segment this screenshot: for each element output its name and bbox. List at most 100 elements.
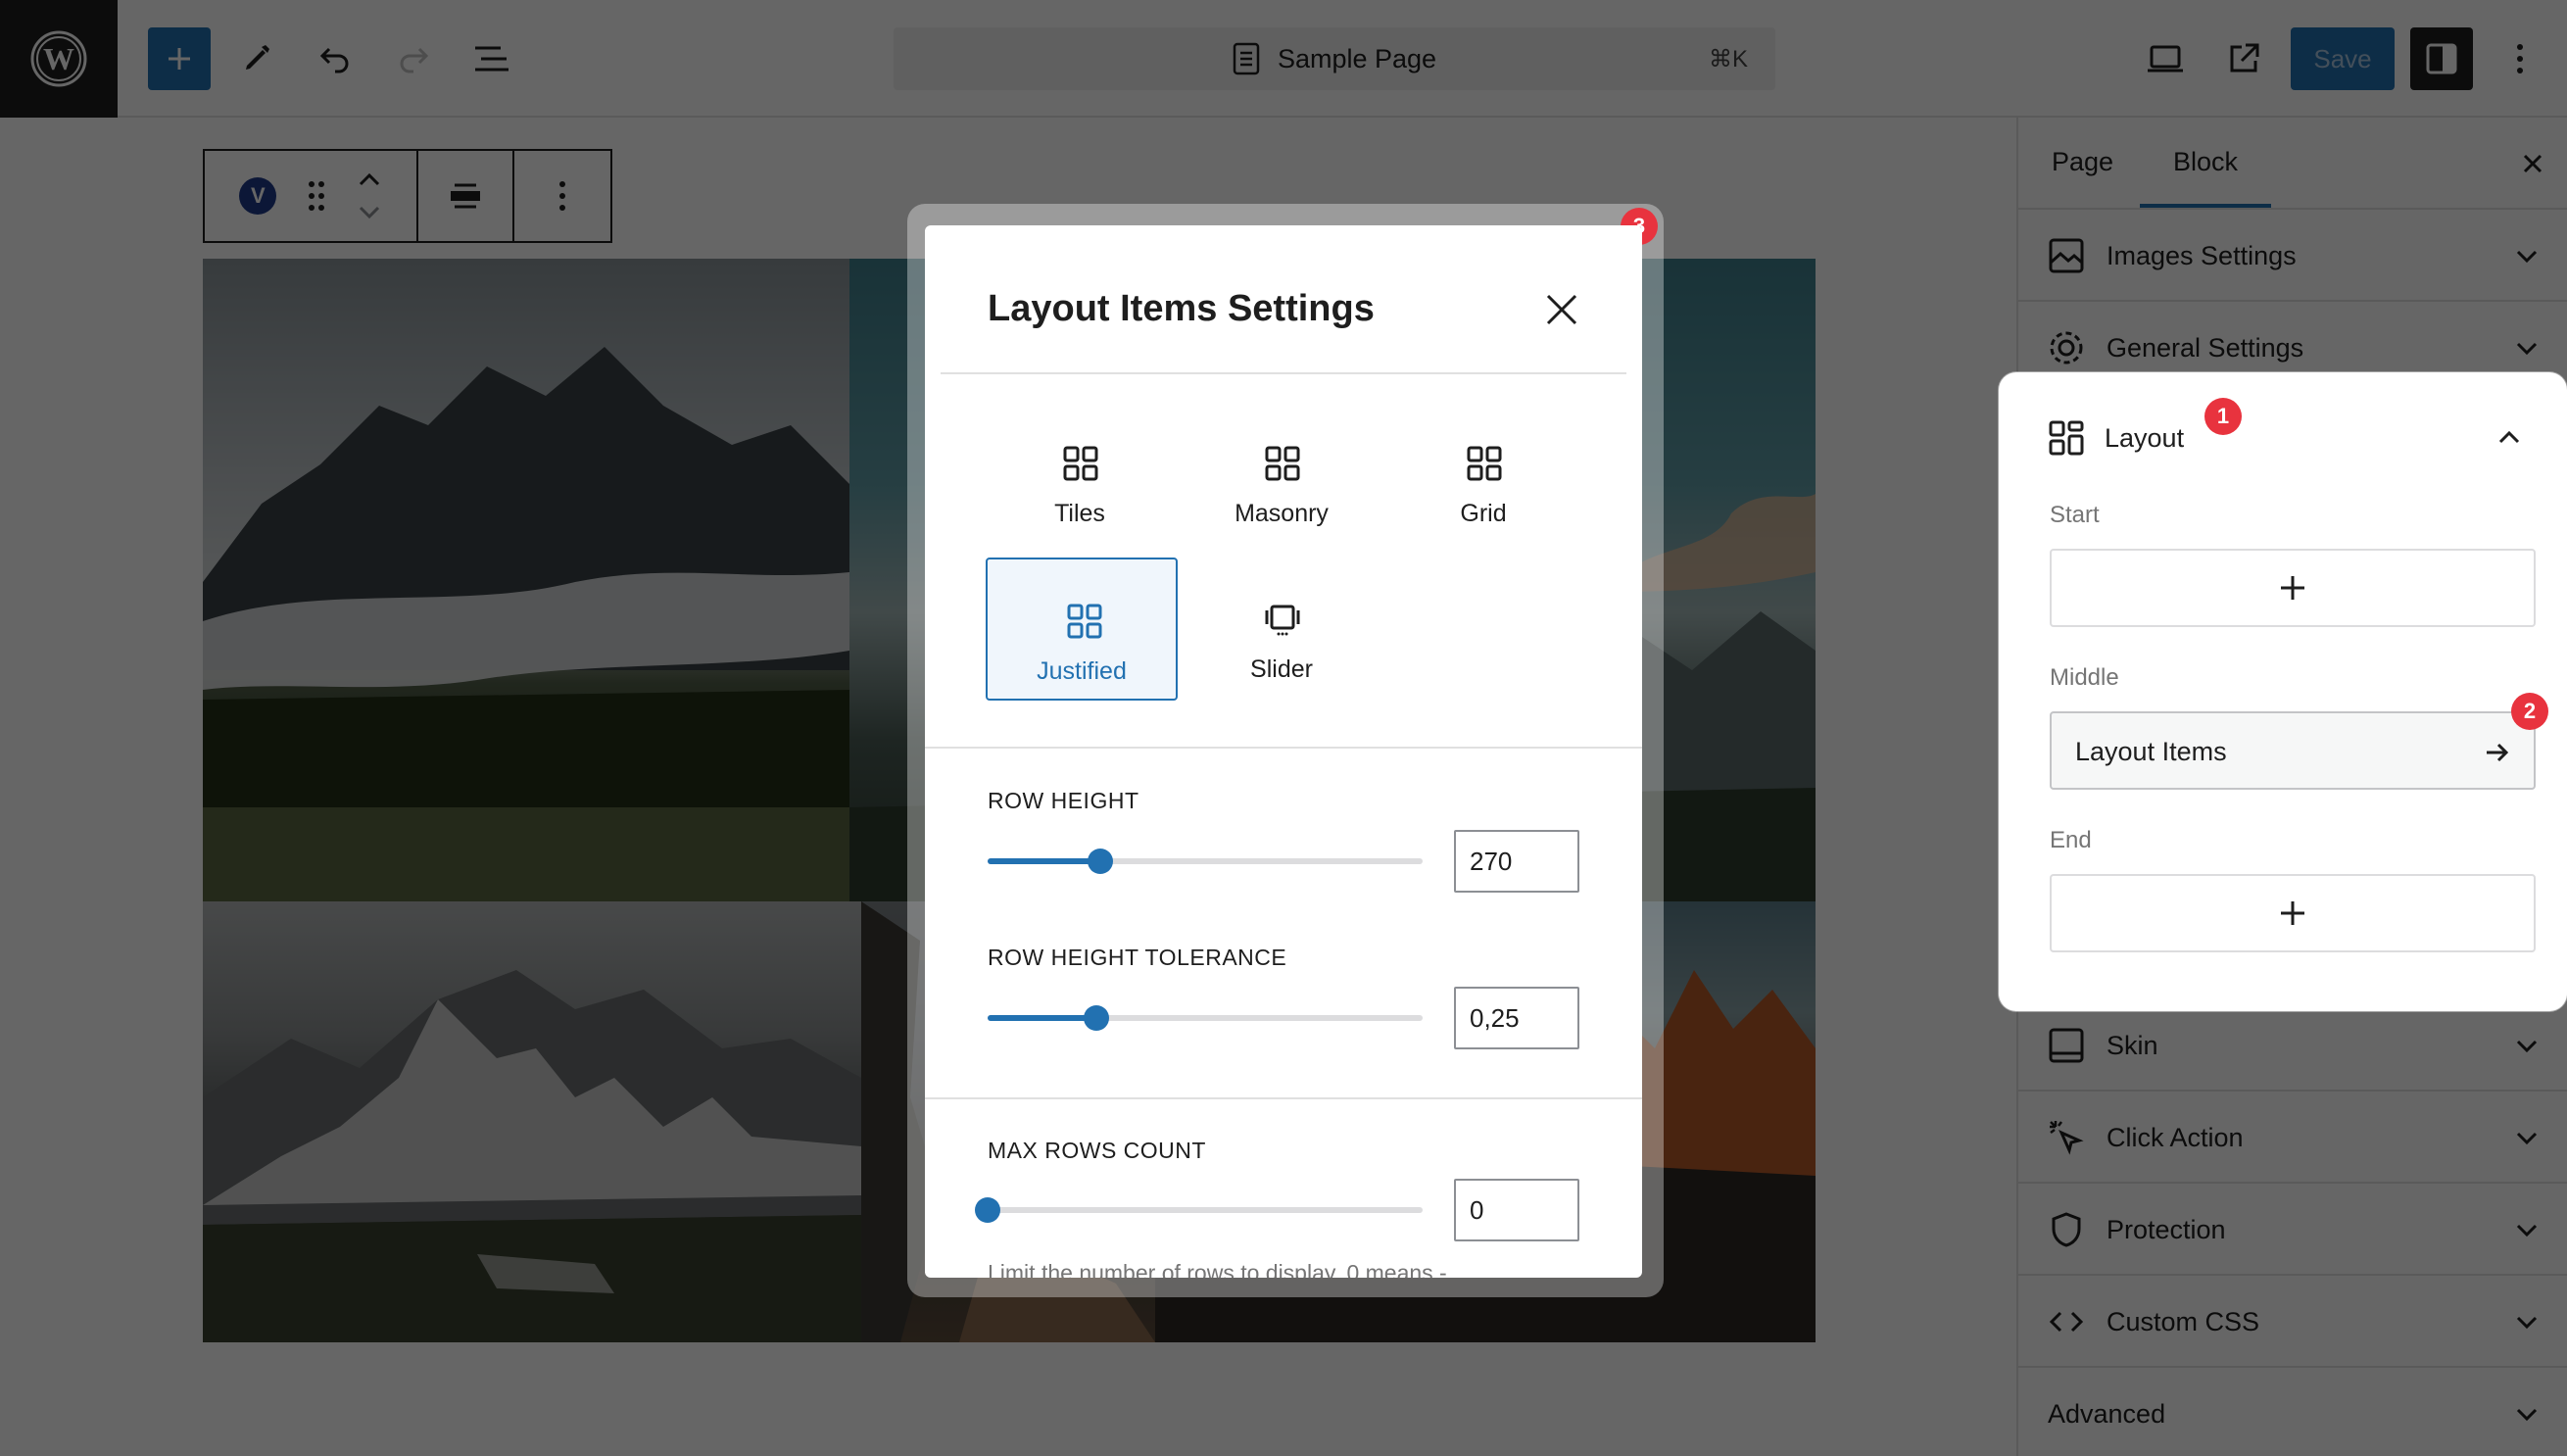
- gallery-image[interactable]: [203, 259, 849, 901]
- section-divider: [925, 1097, 1642, 1099]
- panel-protection[interactable]: Protection: [2018, 1184, 2567, 1276]
- layout-option-tiles[interactable]: Tiles: [984, 402, 1176, 545]
- panel-layout: Layout 1 Start Middle Layout Items 2 End: [1999, 372, 2567, 1011]
- chevron-down-icon: [2516, 1316, 2538, 1330]
- plus-icon: [2281, 576, 2304, 600]
- block-parent-group: V: [205, 151, 418, 241]
- panel-title: Advanced: [2048, 1399, 2166, 1429]
- editor-header: W Sample Page ⌘K Save: [0, 0, 2567, 118]
- panel-title: General Settings: [2107, 333, 2304, 363]
- align-center-icon: [451, 183, 480, 209]
- wordpress-logo-icon[interactable]: W: [0, 0, 118, 118]
- view-page-external-icon[interactable]: [2212, 27, 2275, 90]
- layout-items-settings-modal: Layout Items Settings Tiles Masonry Grid…: [925, 225, 1642, 1278]
- tab-block[interactable]: Block: [2173, 147, 2238, 177]
- save-button[interactable]: Save: [2291, 27, 2395, 90]
- grid-icon: [1467, 446, 1502, 481]
- max-rows-help-text: Limit the number of rows to display. 0 m…: [988, 1260, 1447, 1278]
- row-height-slider[interactable]: [988, 849, 1423, 874]
- layout-option-label: Slider: [1250, 655, 1313, 683]
- command-shortcut: ⌘K: [1708, 46, 1748, 73]
- row-height-tolerance-slider[interactable]: [988, 1005, 1423, 1031]
- undo-icon[interactable]: [304, 27, 366, 90]
- add-start-item-button[interactable]: [2050, 549, 2536, 627]
- layout-option-label: Justified: [1037, 657, 1127, 685]
- document-icon: [1233, 42, 1260, 75]
- document-title: Sample Page: [1277, 43, 1437, 73]
- panel-title[interactable]: Layout: [2105, 423, 2184, 454]
- pencil-icon[interactable]: [225, 27, 288, 90]
- start-label: Start: [2050, 502, 2100, 528]
- layout-option-grid[interactable]: Grid: [1387, 402, 1579, 545]
- justified-grid-icon: [1067, 604, 1102, 639]
- max-rows-count-input[interactable]: 0: [1454, 1179, 1579, 1241]
- step-badge-1: 1: [2204, 398, 2242, 435]
- block-options-button[interactable]: [514, 151, 610, 241]
- panel-images-settings[interactable]: Images Settings: [2018, 210, 2567, 302]
- chevron-down-icon: [2516, 1408, 2538, 1422]
- chevron-up-icon[interactable]: [2496, 425, 2522, 451]
- section-divider: [925, 747, 1642, 749]
- move-up-down-icon[interactable]: [357, 169, 382, 223]
- chevron-down-icon: [2516, 1132, 2538, 1145]
- chevron-down-icon: [2516, 1224, 2538, 1238]
- gear-icon: [2050, 331, 2083, 364]
- chevron-down-icon: [2516, 342, 2538, 356]
- gallery-image[interactable]: [203, 901, 861, 1342]
- masonry-grid-icon: [1265, 446, 1300, 481]
- row-height-label: ROW HEIGHT: [988, 788, 1139, 813]
- redo-icon[interactable]: [382, 27, 445, 90]
- step-badge-2: 2: [2511, 693, 2548, 730]
- align-button[interactable]: [418, 151, 514, 241]
- skin-icon: [2049, 1028, 2084, 1063]
- row-height-input[interactable]: 270: [1454, 830, 1579, 893]
- slider-fill: [988, 1015, 1096, 1021]
- layout-grid-icon: [2049, 420, 2084, 456]
- preview-device-icon[interactable]: [2134, 27, 2197, 90]
- row-height-tolerance-input[interactable]: 0,25: [1454, 987, 1579, 1049]
- cursor-click-icon: [2050, 1121, 2084, 1155]
- drag-handle-icon[interactable]: [307, 179, 326, 213]
- document-overview-icon[interactable]: [460, 27, 523, 90]
- panel-title: Images Settings: [2107, 241, 2297, 270]
- panel-custom-css[interactable]: Custom CSS: [2018, 1276, 2567, 1368]
- panel-title: Protection: [2107, 1215, 2226, 1244]
- panel-click-action[interactable]: Click Action: [2018, 1092, 2567, 1184]
- slider-thumb[interactable]: [1084, 1005, 1109, 1031]
- layout-option-justified[interactable]: Justified: [986, 558, 1178, 701]
- tiles-grid-icon: [1063, 446, 1098, 481]
- tab-page[interactable]: Page: [2052, 147, 2113, 177]
- panel-advanced[interactable]: Advanced: [2018, 1368, 2567, 1456]
- block-toolbar: V: [203, 149, 612, 243]
- panel-skin[interactable]: Skin: [2018, 999, 2567, 1092]
- block-type-badge[interactable]: V: [239, 177, 277, 215]
- layout-option-label: Masonry: [1235, 500, 1329, 527]
- svg-text:W: W: [43, 41, 74, 76]
- max-rows-count-slider[interactable]: [975, 1197, 1423, 1223]
- image-icon: [2049, 238, 2084, 273]
- layout-option-slider[interactable]: Slider: [1186, 558, 1378, 701]
- row-height-tolerance-label: ROW HEIGHT TOLERANCE: [988, 945, 1287, 970]
- arrow-right-icon: [2487, 743, 2509, 762]
- layout-option-masonry[interactable]: Masonry: [1186, 402, 1378, 545]
- slider-thumb[interactable]: [975, 1197, 1000, 1223]
- shield-icon: [2052, 1212, 2081, 1247]
- modal-header: Layout Items Settings: [925, 225, 1642, 374]
- code-icon: [2049, 1311, 2084, 1333]
- slider-fill: [988, 858, 1101, 864]
- header-divider: [941, 372, 1626, 374]
- command-palette-bar[interactable]: Sample Page ⌘K: [894, 27, 1775, 90]
- add-block-button[interactable]: [148, 27, 211, 90]
- close-sidebar-icon[interactable]: [2516, 147, 2549, 180]
- slider-thumb[interactable]: [1088, 849, 1114, 874]
- settings-sidebar-toggle[interactable]: [2410, 27, 2473, 90]
- plus-icon: [2281, 901, 2304, 925]
- close-icon[interactable]: [1542, 290, 1581, 329]
- chevron-down-icon: [2516, 250, 2538, 264]
- more-options-icon[interactable]: [2489, 27, 2551, 90]
- layout-items-button[interactable]: Layout Items: [2050, 711, 2536, 790]
- panel-title: Skin: [2107, 1031, 2158, 1060]
- sidebar-icon: [2426, 43, 2457, 74]
- add-end-item-button[interactable]: [2050, 874, 2536, 952]
- end-label: End: [2050, 827, 2092, 853]
